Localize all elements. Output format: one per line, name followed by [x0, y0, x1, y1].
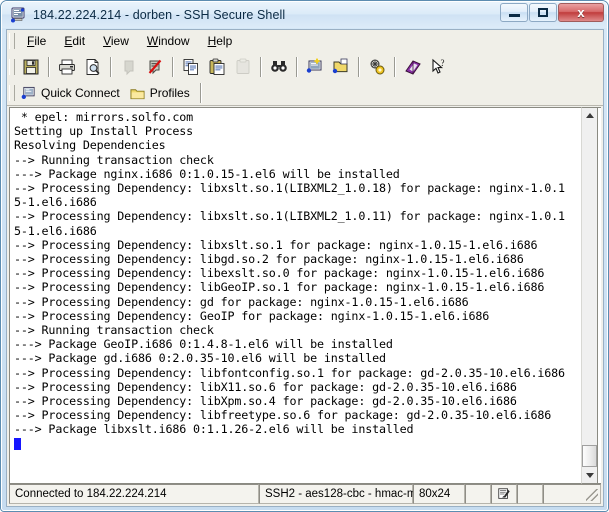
- scroll-up-button[interactable]: [582, 108, 597, 123]
- profiles-button[interactable]: Profiles: [127, 85, 197, 102]
- scroll-down-button[interactable]: [582, 468, 597, 483]
- maximize-button[interactable]: [529, 3, 557, 22]
- menu-view[interactable]: View: [94, 32, 138, 50]
- encryption-status-icon: [498, 488, 510, 499]
- status-bar: Connected to 184.22.224.214 SSH2 - aes12…: [9, 484, 601, 504]
- copy-button[interactable]: [179, 55, 203, 78]
- status-connection: Connected to 184.22.224.214: [9, 484, 259, 504]
- minimize-icon: [508, 14, 520, 17]
- status-terminal-size: 80x24: [413, 484, 465, 504]
- menu-window[interactable]: Window: [138, 32, 199, 50]
- context-help-button[interactable]: ?: [427, 55, 451, 78]
- terminal-output-area[interactable]: * epel: mirrors.solfo.com Setting up Ins…: [9, 107, 601, 484]
- clipboard-button[interactable]: [231, 55, 255, 78]
- quick-connect-button[interactable]: Quick Connect: [18, 85, 127, 102]
- profiles-label: Profiles: [149, 86, 190, 100]
- new-terminal-button[interactable]: [303, 55, 327, 78]
- window-title: 184.22.224.214 - dorben - SSH Secure She…: [33, 8, 286, 22]
- save-button[interactable]: [19, 55, 43, 78]
- toolbar-separator: [296, 56, 298, 77]
- toolbar-separator: [260, 56, 262, 77]
- svg-text:?: ?: [441, 58, 445, 68]
- resize-grip[interactable]: [543, 484, 601, 504]
- help-book-button[interactable]: [401, 55, 425, 78]
- settings-button[interactable]: [365, 55, 389, 78]
- paste-button[interactable]: [205, 55, 229, 78]
- toolbar: ?: [7, 52, 603, 82]
- status-cipher: SSH2 - aes128-cbc - hmac-md5: [259, 484, 429, 504]
- terminal-text: * epel: mirrors.solfo.com Setting up Ins…: [10, 108, 601, 483]
- menu-bar: File Edit View Window Help: [7, 30, 603, 53]
- quick-connect-label: Quick Connect: [41, 86, 120, 100]
- profiles-folder-icon: [130, 88, 145, 99]
- menubar-gripper[interactable]: [9, 33, 15, 49]
- close-button[interactable]: x: [558, 3, 604, 22]
- minimize-button[interactable]: [500, 3, 528, 22]
- toolbar-separator: [358, 56, 360, 77]
- title-bar[interactable]: 184.22.224.214 - dorben - SSH Secure She…: [2, 2, 607, 28]
- connect-button[interactable]: [117, 55, 141, 78]
- toolbar-separator: [172, 56, 174, 77]
- toolbar-gripper[interactable]: [9, 58, 15, 75]
- scroll-up-arrow-icon: [585, 113, 594, 118]
- find-button[interactable]: [267, 55, 291, 78]
- quick-connect-icon: [21, 86, 35, 99]
- toolbar-separator: [394, 56, 396, 77]
- menu-file[interactable]: File: [18, 32, 55, 50]
- status-blank-slot-1: [465, 484, 491, 504]
- status-blank-slot-2: [517, 484, 543, 504]
- close-icon: x: [577, 5, 585, 20]
- status-encryption-indicator[interactable]: [491, 484, 517, 504]
- maximize-icon: [538, 8, 548, 17]
- quickbar-gripper[interactable]: [9, 85, 15, 101]
- menu-help[interactable]: Help: [199, 32, 242, 50]
- quickbar-divider: [199, 83, 202, 103]
- ssh-terminal-icon: [10, 7, 26, 23]
- disconnect-button[interactable]: [143, 55, 167, 78]
- terminal-cursor: [14, 437, 21, 450]
- toolbar-separator: [110, 56, 112, 77]
- window-controls: x: [499, 3, 604, 22]
- toolbar-separator: [48, 56, 50, 77]
- terminal-vertical-scrollbar[interactable]: [581, 107, 598, 484]
- client-area: File Edit View Window Help ? Quick Conne…: [6, 29, 604, 507]
- quick-bar: Quick Connect Profiles: [7, 81, 603, 106]
- print-button[interactable]: [55, 55, 79, 78]
- scroll-down-arrow-icon: [585, 473, 594, 478]
- menu-edit[interactable]: Edit: [55, 32, 94, 50]
- scrollbar-thumb[interactable]: [582, 445, 597, 467]
- print-preview-button[interactable]: [81, 55, 105, 78]
- new-file-transfer-button[interactable]: [329, 55, 353, 78]
- ssh-secure-shell-window: 184.22.224.214 - dorben - SSH Secure She…: [0, 0, 609, 512]
